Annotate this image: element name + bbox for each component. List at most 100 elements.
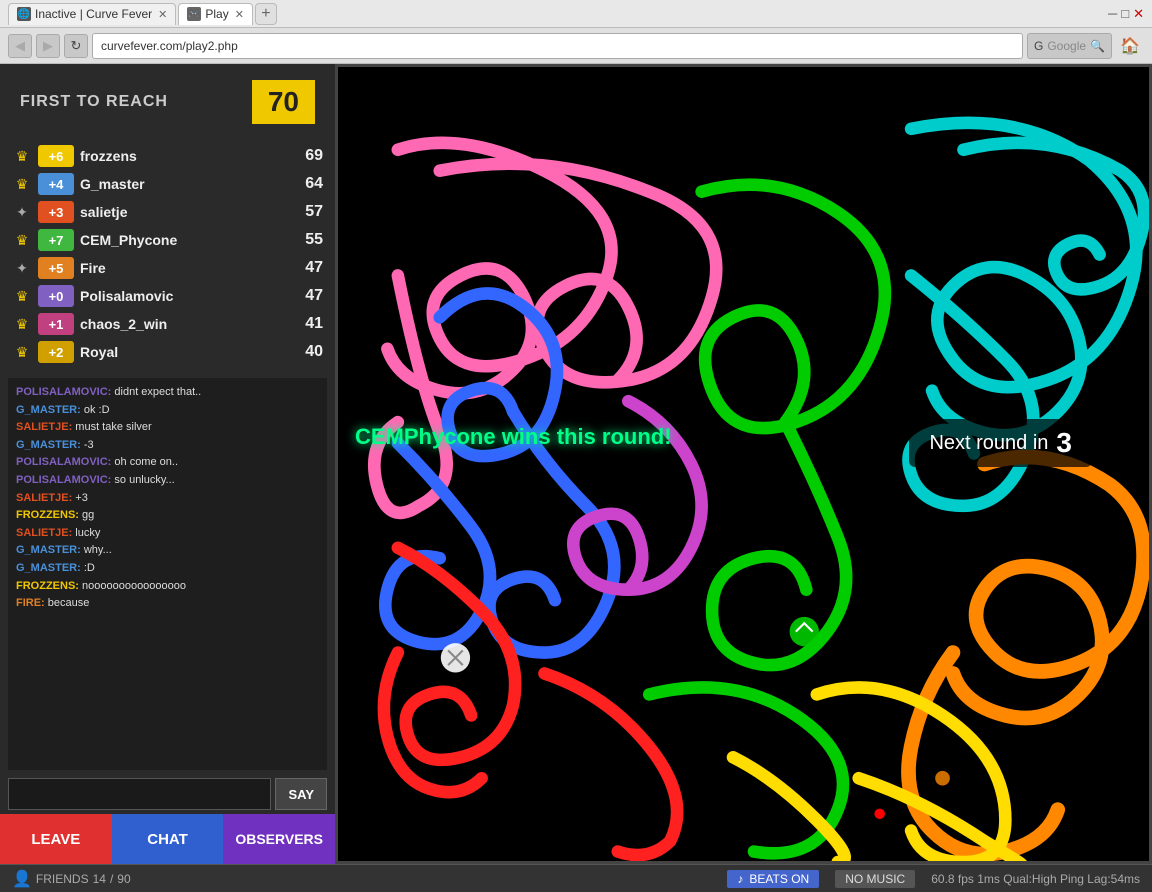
chat-username: G_MASTER:: [16, 544, 81, 556]
chat-username: SALIETJE:: [16, 492, 72, 504]
no-music-button[interactable]: NO MUSIC: [835, 870, 915, 888]
score-badge: +4: [38, 173, 74, 195]
forward-button[interactable]: ▶: [36, 34, 60, 58]
chat-button[interactable]: CHAT: [112, 814, 224, 864]
tab-label-play: Play: [205, 7, 228, 21]
next-round-count: 3: [1056, 427, 1072, 459]
tab-close-play[interactable]: ✕: [235, 8, 244, 21]
player-name: Polisalamovic: [80, 288, 285, 304]
chat-username: POLISALAMOVIC:: [16, 474, 111, 486]
player-row: ♛ +7 CEM_Phycone 55: [12, 226, 323, 254]
chat-message: FROZZENS: gg: [16, 507, 319, 525]
chat-text: didnt expect that..: [111, 386, 201, 398]
chat-username: POLISALAMOVIC:: [16, 456, 111, 468]
back-button[interactable]: ◀: [8, 34, 32, 58]
chat-text: so unlucky...: [111, 474, 174, 486]
player-row: ♛+0Polisalamovic47: [12, 282, 323, 310]
score-badge: +7: [38, 229, 74, 251]
chat-username: FIRE:: [16, 597, 45, 609]
player-score: 55: [291, 231, 323, 249]
score-badge: +3: [38, 201, 74, 223]
tab-icon-play: 🎮: [187, 7, 201, 21]
player-row: ♛+6frozzens69: [12, 142, 323, 170]
chat-username: SALIETJE:: [16, 421, 72, 433]
chat-message: SALIETJE: must take silver: [16, 419, 319, 437]
stats-text: 60.8 fps 1ms Qual:High Ping Lag:54ms: [931, 872, 1140, 886]
chat-text: noooooooooooooooo: [79, 580, 186, 592]
player-row: ♛ +1 chaos_2_win 41: [12, 310, 323, 338]
chat-text: why...: [81, 544, 112, 556]
chat-username: POLISALAMOVIC:: [16, 386, 111, 398]
player-name: salietje: [80, 204, 285, 220]
new-tab-button[interactable]: +: [255, 3, 277, 25]
status-bar: 👤 FRIENDS 14/90 ♪ BEATS ON NO MUSIC 60.8…: [0, 864, 1152, 892]
chat-text: +3: [72, 492, 88, 504]
search-placeholder: Google: [1047, 39, 1086, 53]
search-engine-icon: G: [1034, 39, 1043, 53]
crown-icon: ♛: [12, 232, 32, 249]
chat-text: gg: [79, 509, 94, 521]
player-row: ✦ +3 salietje 57: [12, 198, 323, 226]
home-button[interactable]: 🏠: [1116, 32, 1144, 60]
friends-max: 90: [117, 872, 130, 886]
player-name: Fire: [80, 260, 285, 276]
tab-icon-inactive: 🌐: [17, 7, 31, 21]
chat-message: G_MASTER: why...: [16, 542, 319, 560]
player-name: CEM_Phycone: [80, 232, 285, 248]
player-score: 69: [291, 147, 323, 165]
win-message: CEMPhycone wins this round!: [355, 424, 672, 450]
music-note-icon: ♪: [737, 872, 743, 886]
chat-text: ok :D: [81, 404, 110, 416]
player-score: 64: [291, 175, 323, 193]
address-text: curvefever.com/play2.php: [101, 39, 238, 53]
say-button[interactable]: SAY: [275, 778, 327, 810]
chat-message: POLISALAMOVIC: didnt expect that..: [16, 384, 319, 402]
chat-log: POLISALAMOVIC: didnt expect that.. G_MAST…: [8, 378, 327, 770]
no-music-label: NO MUSIC: [845, 872, 905, 886]
chat-username: G_MASTER:: [16, 562, 81, 574]
search-icon[interactable]: 🔍: [1090, 39, 1105, 53]
tab-close-inactive[interactable]: ✕: [158, 8, 167, 21]
address-bar[interactable]: curvefever.com/play2.php: [92, 33, 1023, 59]
target-score: 70: [252, 80, 315, 124]
chat-message: SALIETJE: +3: [16, 490, 319, 508]
player-row: ♛+4G_master64: [12, 170, 323, 198]
chat-text: :D: [81, 562, 95, 574]
player-name: frozzens: [80, 148, 285, 164]
score-badge: +1: [38, 313, 74, 335]
player-score: 41: [291, 315, 323, 333]
friends-count: 👤 FRIENDS 14/90: [12, 869, 131, 889]
chat-text: -3: [81, 439, 94, 451]
score-badge: +2: [38, 341, 74, 363]
chat-text: must take silver: [72, 421, 151, 433]
minimize-button[interactable]: ─: [1108, 6, 1117, 22]
maximize-button[interactable]: □: [1121, 6, 1129, 22]
chat-text: lucky: [72, 527, 100, 539]
crown-icon: ♛: [12, 288, 32, 305]
player-name: Royal: [80, 344, 285, 360]
chat-text: oh come on..: [111, 456, 178, 468]
crown-icon: ♛: [12, 316, 32, 333]
beats-on-button[interactable]: ♪ BEATS ON: [727, 870, 819, 888]
chat-username: FROZZENS:: [16, 580, 79, 592]
chat-input[interactable]: [8, 778, 271, 810]
leave-button[interactable]: LEAVE: [0, 814, 112, 864]
player-score: 57: [291, 203, 323, 221]
chat-text: because: [45, 597, 90, 609]
chat-message: SALIETJE: lucky: [16, 525, 319, 543]
score-badge: +0: [38, 285, 74, 307]
reload-button[interactable]: ↻: [64, 34, 88, 58]
wing-icon: ✦: [12, 260, 32, 277]
close-button[interactable]: ✕: [1133, 6, 1144, 22]
tab-play[interactable]: 🎮 Play ✕: [178, 3, 253, 25]
score-badge: +5: [38, 257, 74, 279]
chat-message: POLISALAMOVIC: so unlucky...: [16, 472, 319, 490]
observers-button[interactable]: OBSERVERS: [223, 814, 335, 864]
wing-icon: ✦: [12, 204, 32, 221]
chat-message: G_MASTER: :D: [16, 560, 319, 578]
first-to-reach-label: FIRST TO REACH: [20, 93, 168, 111]
player-name: chaos_2_win: [80, 316, 285, 332]
chat-message: FIRE: because: [16, 595, 319, 613]
friends-number: 14: [93, 872, 106, 886]
tab-inactive-curve-fever[interactable]: 🌐 Inactive | Curve Fever ✕: [8, 3, 176, 25]
